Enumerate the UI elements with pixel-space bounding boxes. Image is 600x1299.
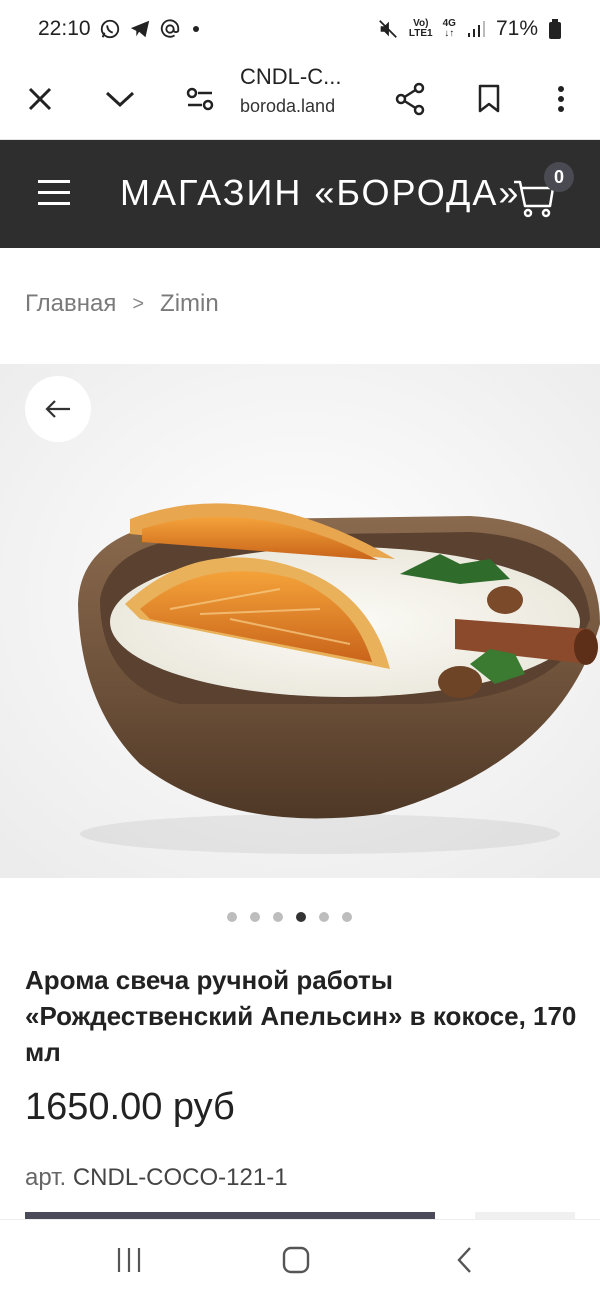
product-sku: арт. CNDL-COCO-121-1 bbox=[25, 1164, 288, 1192]
url-block[interactable]: CNDL-C... boroda.land bbox=[240, 64, 380, 117]
4g-icon: 4G ↓↑ bbox=[442, 18, 456, 39]
system-nav-bar bbox=[0, 1219, 600, 1299]
menu-button[interactable] bbox=[38, 180, 70, 208]
store-title[interactable]: МАГАЗИН «БОРОДА» bbox=[120, 172, 520, 214]
minimize-button[interactable] bbox=[93, 72, 147, 126]
more-button[interactable] bbox=[534, 72, 588, 126]
breadcrumb-home[interactable]: Главная bbox=[25, 290, 116, 318]
carousel-dot[interactable] bbox=[226, 912, 237, 922]
carousel-dots bbox=[0, 912, 600, 922]
breadcrumb: Главная > Zimin bbox=[25, 290, 219, 318]
recent-apps-button[interactable] bbox=[99, 1240, 159, 1280]
product-image[interactable] bbox=[0, 364, 600, 878]
site-settings-button[interactable] bbox=[173, 72, 227, 126]
status-right: Vo) LTE1 4G ↓↑ 71% bbox=[377, 17, 562, 41]
carousel-dot[interactable] bbox=[272, 912, 283, 922]
cart-button[interactable]: 0 bbox=[512, 162, 574, 226]
page-domain: boroda.land bbox=[240, 96, 336, 116]
dot-icon bbox=[189, 22, 203, 36]
breadcrumb-separator: > bbox=[132, 292, 145, 315]
carousel-dot[interactable] bbox=[318, 912, 329, 922]
close-icon bbox=[28, 87, 52, 111]
arrow-left-icon bbox=[45, 400, 70, 418]
system-back-button[interactable] bbox=[435, 1240, 495, 1280]
browser-toolbar: CNDL-C... boroda.land bbox=[0, 58, 600, 140]
status-bar: 22:10 Vo) LTE1 4G ↓↑ 71% bbox=[0, 0, 600, 58]
breadcrumb-current[interactable]: Zimin bbox=[160, 290, 219, 318]
network-type: 4G bbox=[442, 18, 456, 29]
at-icon bbox=[159, 18, 181, 40]
product-price: 1650.00 руб bbox=[25, 1086, 235, 1128]
share-icon bbox=[395, 82, 425, 116]
share-button[interactable] bbox=[383, 72, 437, 126]
more-icon bbox=[558, 86, 564, 112]
site-header: МАГАЗИН «БОРОДА» 0 bbox=[0, 140, 600, 248]
product-title: Арома свеча ручной работы «Рождественски… bbox=[25, 965, 577, 1067]
carousel-dot[interactable] bbox=[341, 912, 352, 922]
battery-percent: 71% bbox=[495, 17, 538, 40]
chevron-left-icon bbox=[457, 1247, 471, 1273]
carousel-dot[interactable] bbox=[295, 912, 306, 922]
bookmark-icon bbox=[478, 84, 500, 113]
back-button[interactable] bbox=[25, 376, 91, 442]
sku-value: CNDL-COCO-121-1 bbox=[72, 1164, 288, 1191]
home-icon bbox=[282, 1246, 310, 1274]
whatsapp-icon bbox=[99, 18, 121, 40]
candle-photo bbox=[0, 364, 600, 878]
signal-icon bbox=[466, 19, 486, 39]
recent-apps-icon bbox=[117, 1248, 141, 1272]
bookmark-button[interactable] bbox=[462, 72, 516, 126]
carousel-dot[interactable] bbox=[249, 912, 260, 922]
telegram-icon bbox=[129, 18, 151, 40]
volte-bottom: LTE1 bbox=[408, 28, 433, 39]
chevron-down-icon bbox=[105, 91, 135, 108]
volte-icon: Vo) LTE1 bbox=[409, 19, 433, 39]
home-button[interactable] bbox=[266, 1240, 326, 1280]
site-settings-icon bbox=[186, 87, 214, 111]
status-time: 22:10 bbox=[38, 17, 91, 40]
sku-label: арт. bbox=[25, 1164, 67, 1191]
close-tab-button[interactable] bbox=[13, 72, 67, 126]
menu-icon bbox=[38, 180, 70, 183]
mute-icon bbox=[377, 18, 399, 40]
battery-icon bbox=[548, 18, 562, 40]
page-title: CNDL-C... bbox=[240, 64, 342, 89]
status-left: 22:10 bbox=[38, 17, 203, 41]
cart-count-badge: 0 bbox=[544, 162, 574, 192]
